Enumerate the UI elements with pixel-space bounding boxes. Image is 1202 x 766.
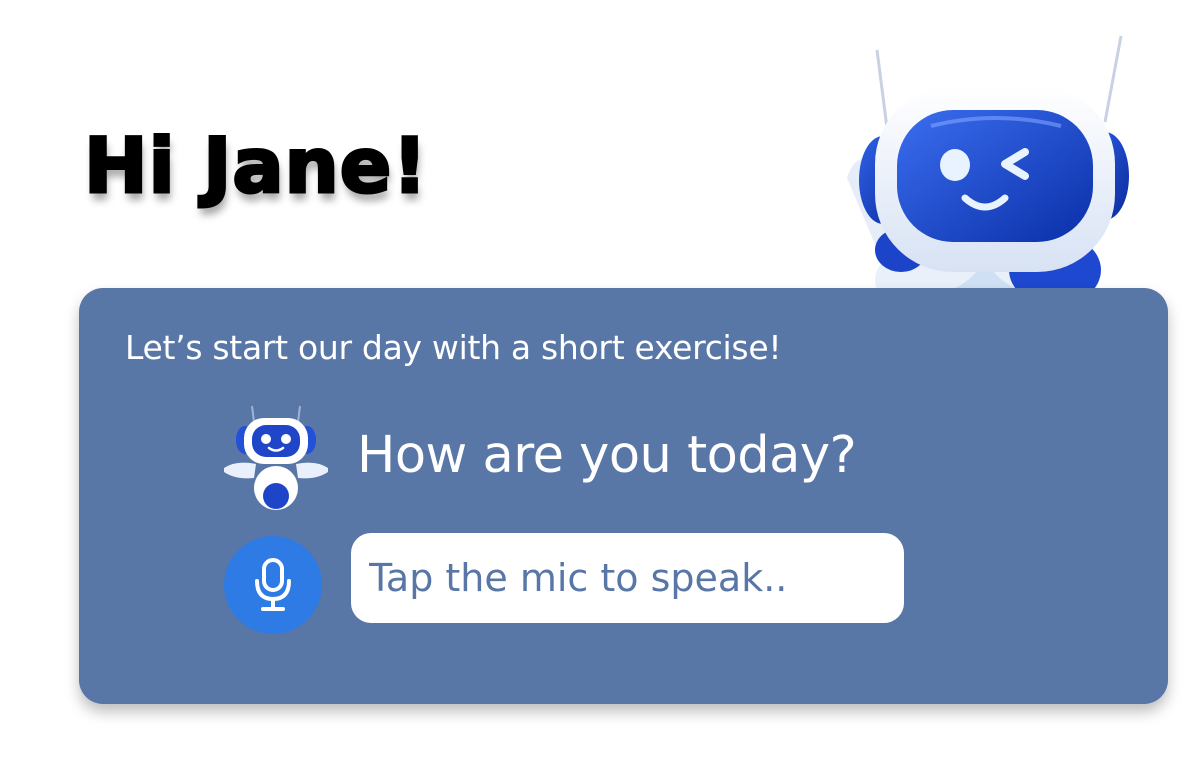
microphone-icon: [255, 558, 291, 611]
robot-assistant-icon: [224, 406, 328, 510]
exercise-card: Let’s start our day with a short exercis…: [79, 288, 1168, 704]
question-text: How are you today?: [357, 426, 857, 485]
intro-text: Let’s start our day with a short exercis…: [125, 328, 782, 367]
speech-input[interactable]: [351, 533, 904, 623]
greeting-heading: Hi Jane!: [83, 121, 429, 210]
mic-button[interactable]: [224, 536, 322, 634]
robot-mascot-icon: [847, 35, 1129, 292]
